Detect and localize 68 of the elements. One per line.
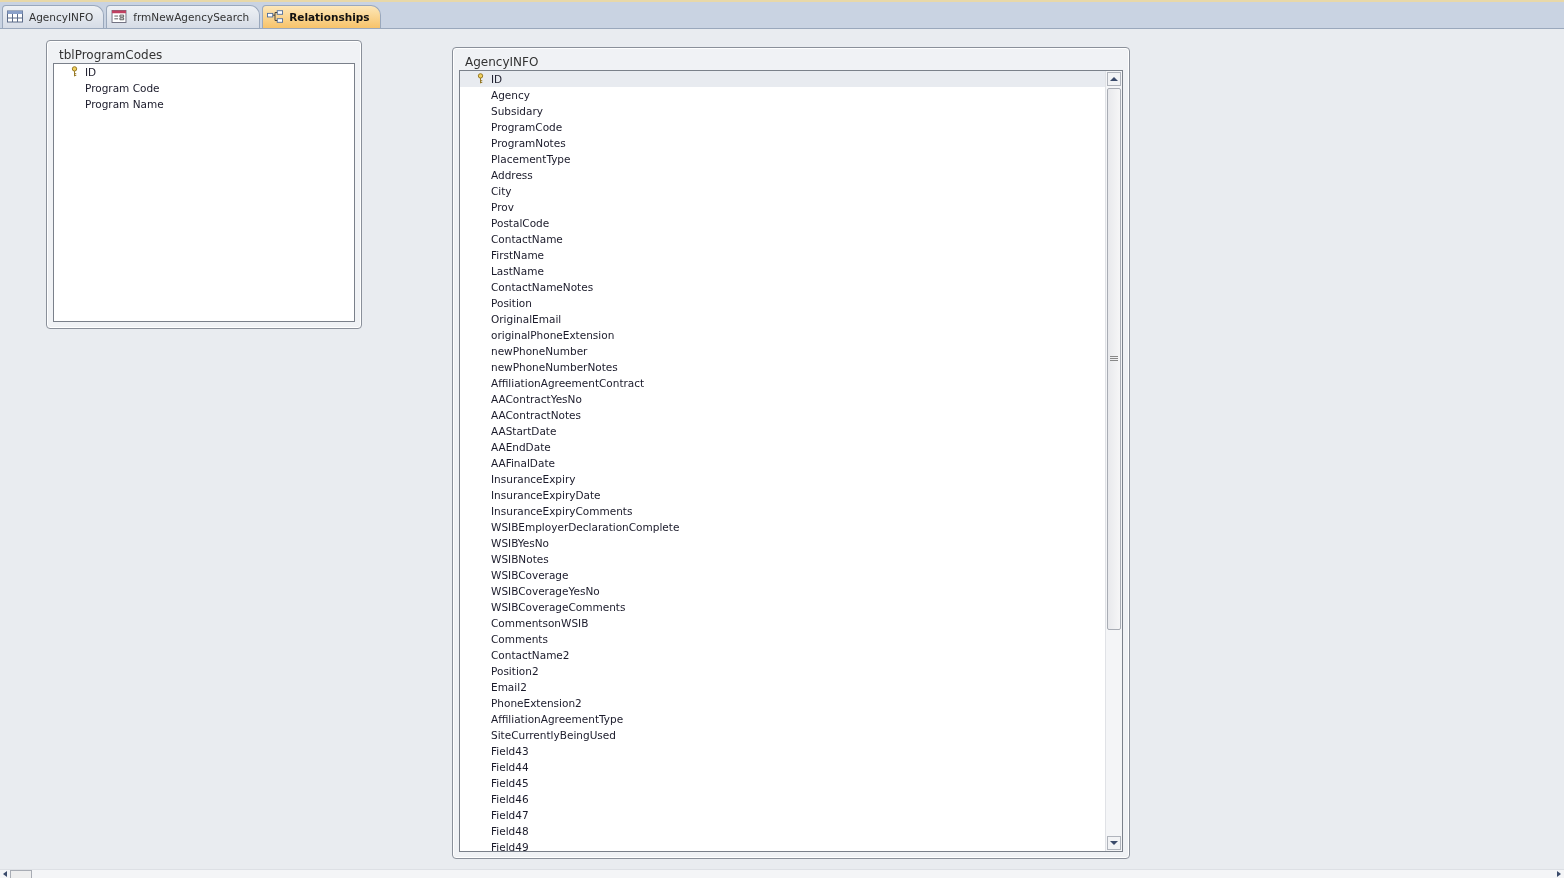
field-row[interactable]: Field48 bbox=[460, 822, 1105, 839]
field-row[interactable]: AffiliationAgreementContract bbox=[460, 374, 1105, 391]
field-row[interactable]: Field43 bbox=[460, 742, 1105, 759]
field-row[interactable]: Program Code bbox=[54, 79, 354, 96]
horizontal-scrollbar[interactable] bbox=[0, 869, 1564, 878]
field-row[interactable]: originalPhoneExtension bbox=[460, 326, 1105, 343]
field-row[interactable]: Position2 bbox=[460, 662, 1105, 679]
field-row[interactable]: PlacementType bbox=[460, 150, 1105, 167]
field-row[interactable]: OriginalEmail bbox=[460, 310, 1105, 327]
field-row[interactable]: AAStartDate bbox=[460, 422, 1105, 439]
field-row[interactable]: ID bbox=[54, 63, 354, 80]
field-row[interactable]: WSIBNotes bbox=[460, 550, 1105, 567]
field-row[interactable]: PostalCode bbox=[460, 214, 1105, 231]
field-row[interactable]: AAEndDate bbox=[460, 438, 1105, 455]
field-row[interactable]: Subsidary bbox=[460, 102, 1105, 119]
field-row[interactable]: WSIBCoverageYesNo bbox=[460, 582, 1105, 599]
form-icon bbox=[111, 10, 128, 24]
scrollbar-thumb[interactable] bbox=[1107, 87, 1121, 630]
field-row[interactable]: Prov bbox=[460, 198, 1105, 215]
field-row[interactable]: newPhoneNumberNotes bbox=[460, 358, 1105, 375]
field-row[interactable]: Position bbox=[460, 294, 1105, 311]
field-row[interactable]: AAContractNotes bbox=[460, 406, 1105, 423]
field-row[interactable]: Comments bbox=[460, 630, 1105, 647]
field-row[interactable]: ProgramNotes bbox=[460, 134, 1105, 151]
vertical-scrollbar[interactable] bbox=[1105, 70, 1122, 851]
table-field-list[interactable]: tblProgramCodes ID Program Code Program Name bbox=[46, 39, 362, 329]
table-icon bbox=[7, 10, 23, 24]
field-row[interactable]: ContactName bbox=[460, 230, 1105, 247]
field-row[interactable]: Field46 bbox=[460, 790, 1105, 807]
scrollbar-thumb[interactable] bbox=[10, 869, 32, 878]
field-row[interactable]: Field45 bbox=[460, 774, 1105, 791]
table-title: tblProgramCodes bbox=[58, 47, 164, 63]
field-row[interactable]: Field47 bbox=[460, 806, 1105, 823]
field-row[interactable]: FirstName bbox=[460, 246, 1105, 263]
field-row[interactable]: AffiliationAgreementType bbox=[460, 710, 1105, 727]
field-row[interactable]: WSIBEmployerDeclarationComplete bbox=[460, 518, 1105, 535]
field-row[interactable]: InsuranceExpiryDate bbox=[460, 486, 1105, 503]
grip-icon bbox=[1110, 355, 1118, 362]
scroll-up-icon[interactable] bbox=[1107, 71, 1121, 86]
field-row[interactable]: LastName bbox=[460, 262, 1105, 279]
table-title: AgencyINFO bbox=[464, 54, 540, 70]
field-row[interactable]: Field44 bbox=[460, 758, 1105, 775]
field-row[interactable]: InsuranceExpiryComments bbox=[460, 502, 1105, 519]
field-row[interactable]: Agency bbox=[460, 86, 1105, 103]
field-row[interactable]: WSIBCoverage bbox=[460, 566, 1105, 583]
scroll-down-icon[interactable] bbox=[1107, 835, 1121, 850]
field-row[interactable]: newPhoneNumber bbox=[460, 342, 1105, 359]
field-row[interactable]: ContactName2 bbox=[460, 646, 1105, 663]
document-tab[interactable]: Relationships bbox=[262, 4, 381, 28]
field-row[interactable]: Address bbox=[460, 166, 1105, 183]
field-row[interactable]: AAContractYesNo bbox=[460, 390, 1105, 407]
relationships-icon bbox=[267, 10, 284, 24]
field-row[interactable]: Email2 bbox=[460, 678, 1105, 695]
document-tab[interactable]: frmNewAgencySearch bbox=[106, 4, 261, 28]
field-row[interactable]: CommentsonWSIB bbox=[460, 614, 1105, 631]
field-row[interactable]: City bbox=[460, 182, 1105, 199]
field-row[interactable]: SiteCurrentlyBeingUsed bbox=[460, 726, 1105, 743]
field-row[interactable]: ID bbox=[460, 70, 1105, 87]
field-row[interactable]: InsuranceExpiry bbox=[460, 470, 1105, 487]
field-row[interactable]: Field49 bbox=[460, 838, 1105, 851]
document-tab[interactable]: AgencyINFO bbox=[2, 4, 105, 28]
field-row[interactable]: WSIBYesNo bbox=[460, 534, 1105, 551]
field-row[interactable]: AAFinalDate bbox=[460, 454, 1105, 471]
field-row[interactable]: WSIBCoverageComments bbox=[460, 598, 1105, 615]
field-row[interactable]: PhoneExtension2 bbox=[460, 694, 1105, 711]
field-row[interactable]: ContactNameNotes bbox=[460, 278, 1105, 295]
field-row[interactable]: Program Name bbox=[54, 95, 354, 112]
field-row[interactable]: ProgramCode bbox=[460, 118, 1105, 135]
